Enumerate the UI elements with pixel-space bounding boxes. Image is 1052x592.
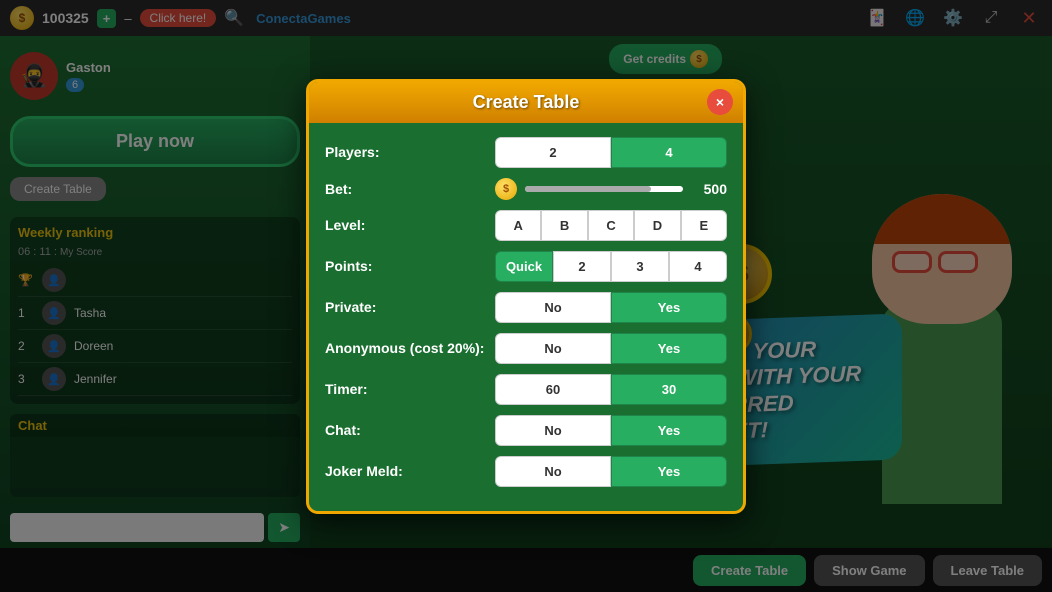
points-option-4[interactable]: 4 <box>669 251 727 282</box>
joker-meld-controls: No Yes <box>495 456 727 487</box>
create-table-modal: Create Table × Players: 2 4 Bet: $ <box>306 79 746 514</box>
level-option-c[interactable]: C <box>588 210 634 241</box>
private-controls: No Yes <box>495 292 727 323</box>
level-option-a[interactable]: A <box>495 210 541 241</box>
bet-label: Bet: <box>325 181 485 197</box>
level-label: Level: <box>325 217 485 233</box>
level-row: Level: A B C D E <box>325 210 727 241</box>
points-option-quick[interactable]: Quick <box>495 251 553 282</box>
modal-body: Players: 2 4 Bet: $ 500 Level <box>309 123 743 511</box>
players-controls: 2 4 <box>495 137 727 168</box>
modal-title: Create Table <box>473 92 580 113</box>
modal-overlay: Create Table × Players: 2 4 Bet: $ <box>0 0 1052 592</box>
level-controls: A B C D E <box>495 210 727 241</box>
bet-value: 500 <box>691 181 727 197</box>
level-option-d[interactable]: D <box>634 210 680 241</box>
level-option-b[interactable]: B <box>541 210 587 241</box>
players-option-4[interactable]: 4 <box>611 137 727 168</box>
points-option-3[interactable]: 3 <box>611 251 669 282</box>
joker-meld-option-no[interactable]: No <box>495 456 611 487</box>
anonymous-row: Anonymous (cost 20%): No Yes <box>325 333 727 364</box>
bet-coin-icon: $ <box>495 178 517 200</box>
chat-controls: No Yes <box>495 415 727 446</box>
private-option-yes[interactable]: Yes <box>611 292 727 323</box>
chat-label: Chat: <box>325 422 485 438</box>
chat-option-yes[interactable]: Yes <box>611 415 727 446</box>
modal-header: Create Table × <box>309 82 743 123</box>
bet-slider-fill <box>525 186 651 192</box>
chat-option-no[interactable]: No <box>495 415 611 446</box>
joker-meld-label: Joker Meld: <box>325 463 485 479</box>
private-row: Private: No Yes <box>325 292 727 323</box>
chat-row: Chat: No Yes <box>325 415 727 446</box>
players-row: Players: 2 4 <box>325 137 727 168</box>
anonymous-option-no[interactable]: No <box>495 333 611 364</box>
players-option-2[interactable]: 2 <box>495 137 611 168</box>
private-option-no[interactable]: No <box>495 292 611 323</box>
timer-label: Timer: <box>325 381 485 397</box>
points-option-2[interactable]: 2 <box>553 251 611 282</box>
players-label: Players: <box>325 144 485 160</box>
joker-meld-row: Joker Meld: No Yes <box>325 456 727 487</box>
bet-slider[interactable] <box>525 186 683 192</box>
timer-controls: 60 30 <box>495 374 727 405</box>
bet-controls: $ 500 <box>495 178 727 200</box>
private-label: Private: <box>325 299 485 315</box>
points-label: Points: <box>325 258 485 274</box>
timer-option-60[interactable]: 60 <box>495 374 611 405</box>
bet-row: Bet: $ 500 <box>325 178 727 200</box>
anonymous-label: Anonymous (cost 20%): <box>325 340 485 356</box>
joker-meld-option-yes[interactable]: Yes <box>611 456 727 487</box>
modal-close-button[interactable]: × <box>707 89 733 115</box>
timer-row: Timer: 60 30 <box>325 374 727 405</box>
anonymous-option-yes[interactable]: Yes <box>611 333 727 364</box>
points-controls: Quick 2 3 4 <box>495 251 727 282</box>
timer-option-30[interactable]: 30 <box>611 374 727 405</box>
level-option-e[interactable]: E <box>681 210 727 241</box>
points-row: Points: Quick 2 3 4 <box>325 251 727 282</box>
anonymous-controls: No Yes <box>495 333 727 364</box>
